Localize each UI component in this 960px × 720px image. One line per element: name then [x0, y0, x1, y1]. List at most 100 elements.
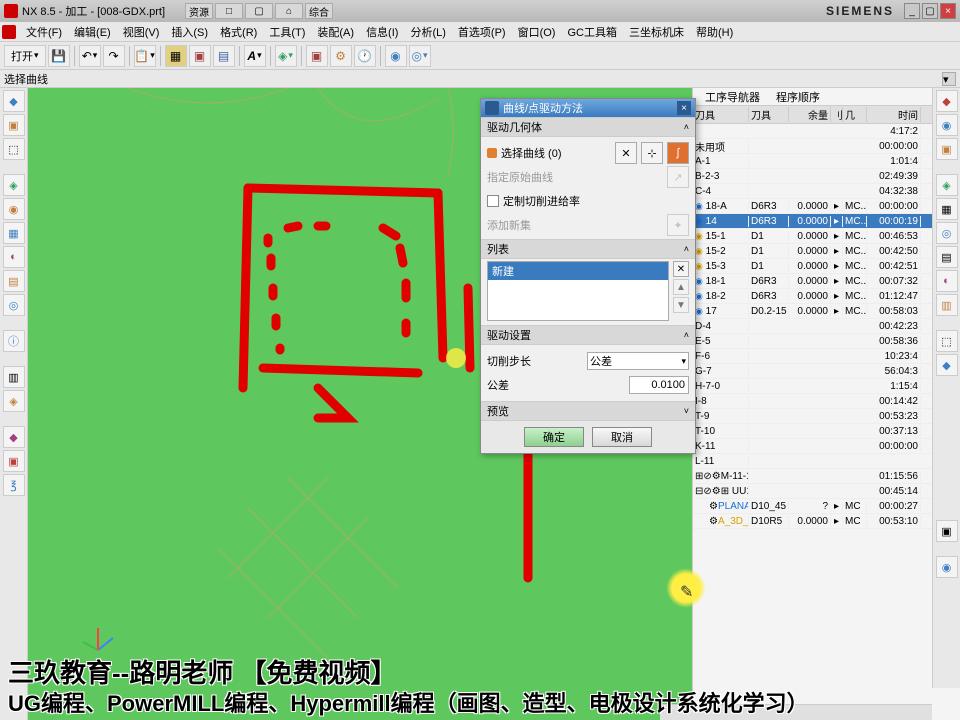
rtool-3-icon[interactable]: ▣ [936, 138, 958, 160]
operation-row[interactable]: L-11 [693, 454, 960, 469]
specify-origin-button[interactable]: ↗ [667, 166, 689, 188]
rtool-7-icon[interactable]: ▤ [936, 246, 958, 268]
clear-selection-button[interactable]: ✕ [615, 142, 637, 164]
operation-row[interactable]: C-404:32:38 [693, 184, 960, 199]
ltool-8-icon[interactable]: ▤ [3, 270, 25, 292]
list-down-button[interactable]: ▼ [673, 297, 689, 313]
ltool-12-icon[interactable]: ◆ [3, 426, 25, 448]
ltool-info-icon[interactable]: ⓘ [3, 330, 25, 352]
ltool-11-icon[interactable]: ◈ [3, 390, 25, 412]
operation-row[interactable]: K-1100:00:00 [693, 439, 960, 454]
title-tool-4[interactable]: ⌂ [275, 3, 303, 19]
operation-row[interactable]: ◉ 18-2D6R30.0000▸MC..01:12:47 [693, 289, 960, 304]
title-tool-5[interactable]: 综合 [305, 3, 333, 19]
tool-redo-icon[interactable]: ↷ [103, 45, 125, 67]
col-tool2[interactable]: 刀具 [749, 107, 789, 122]
ok-button[interactable]: 确定 [524, 427, 584, 447]
nav-tab-program-order[interactable]: 程序顺序 [768, 89, 828, 105]
operation-row[interactable]: ◉ 18-AD6R30.0000▸MC..00:00:00 [693, 199, 960, 214]
tool-clock-icon[interactable]: 🕐 [354, 45, 376, 67]
col-mc[interactable]: 几 [843, 107, 867, 122]
tolerance-input[interactable] [629, 376, 689, 394]
cancel-button[interactable]: 取消 [592, 427, 652, 447]
ltool-6-icon[interactable]: ▦ [3, 222, 25, 244]
rtool-9-icon[interactable]: ▥ [936, 294, 958, 316]
rtool-8-icon[interactable]: ◐ [936, 270, 958, 292]
tool-sphere-icon[interactable]: ◉ [385, 45, 407, 67]
operation-row[interactable]: I-800:14:42 [693, 394, 960, 409]
menu-help[interactable]: 帮助(H) [690, 24, 739, 40]
section-drive-settings[interactable]: 驱动设置 ˄ [481, 325, 695, 345]
maximize-button[interactable]: ▢ [922, 3, 938, 19]
ltool-7-icon[interactable]: ◐ [3, 246, 25, 268]
operation-row[interactable]: 未用项00:00:00 [693, 139, 960, 154]
operation-row[interactable]: B-2-302:49:39 [693, 169, 960, 184]
operation-row[interactable]: H-7-01:15:4 [693, 379, 960, 394]
ltool-3-icon[interactable]: ⬚ [3, 138, 25, 160]
ltool-2-icon[interactable]: ▣ [3, 114, 25, 136]
section-drive-geometry[interactable]: 驱动几何体 ˄ [481, 117, 695, 137]
ltool-5-icon[interactable]: ◉ [3, 198, 25, 220]
operation-row[interactable]: ◉ 14D6R30.0000▸MC..00:00:19 [693, 214, 960, 229]
add-new-set-button[interactable]: ✦ [667, 214, 689, 236]
menu-view[interactable]: 视图(V) [117, 24, 166, 40]
list-up-button[interactable]: ▲ [673, 279, 689, 295]
select-bar-dd-icon[interactable]: ▾ [942, 72, 956, 86]
ltool-4-icon[interactable]: ◈ [3, 174, 25, 196]
col-ic[interactable]: 刂 [831, 107, 843, 122]
rtool-2-icon[interactable]: ◉ [936, 114, 958, 136]
close-button[interactable]: × [940, 3, 956, 19]
operation-row[interactable]: ◉ 15-1D10.0000▸MC..00:46:53 [693, 229, 960, 244]
list-remove-button[interactable]: ✕ [673, 261, 689, 277]
rtool-1-icon[interactable]: ◆ [936, 90, 958, 112]
rtool-13-icon[interactable]: ◉ [936, 556, 958, 578]
operation-row[interactable]: E-500:58:36 [693, 334, 960, 349]
menu-insert[interactable]: 插入(S) [165, 24, 214, 40]
col-tool[interactable]: 刀具 [693, 107, 749, 122]
ltool-10-icon[interactable]: ▥ [3, 366, 25, 388]
menu-edit[interactable]: 编辑(E) [68, 24, 117, 40]
open-button[interactable]: 打开▾ [4, 45, 46, 67]
menu-cmm[interactable]: 三坐标机床 [623, 24, 690, 40]
ltool-14-icon[interactable]: ℥ [3, 474, 25, 496]
operation-row[interactable]: A-11:01:4 [693, 154, 960, 169]
ltool-9-icon[interactable]: ◎ [3, 294, 25, 316]
tree-row[interactable]: ⊞⊘⚙M-11-1201:15:56 [693, 469, 960, 484]
minimize-button[interactable]: _ [904, 3, 920, 19]
rtool-5-icon[interactable]: ▦ [936, 198, 958, 220]
tool-box1-icon[interactable]: ▦ [165, 45, 187, 67]
dialog-title-bar[interactable]: 曲线/点驱动方法 × [481, 99, 695, 117]
tool-play-icon[interactable]: ▣ [306, 45, 328, 67]
menu-format[interactable]: 格式(R) [214, 24, 263, 40]
col-remain[interactable]: 余量 [789, 107, 831, 122]
rtool-6-icon[interactable]: ◎ [936, 222, 958, 244]
ltool-13-icon[interactable]: ▣ [3, 450, 25, 472]
operation-row[interactable]: G-756:04:3 [693, 364, 960, 379]
rtool-11-icon[interactable]: ◆ [936, 354, 958, 376]
ltool-1-icon[interactable]: ◆ [3, 90, 25, 112]
menu-info[interactable]: 信息(I) [360, 24, 404, 40]
operation-row[interactable]: 4:17:2 [693, 124, 960, 139]
add-point-button[interactable]: ⊹ [641, 142, 663, 164]
rtool-12-icon[interactable]: ▣ [936, 520, 958, 542]
tree-row[interactable]: ⚙PLANAR_M...D10_45?▸MC00:00:27 [693, 499, 960, 514]
operation-row[interactable]: ◉ 18-1D6R30.0000▸MC..00:07:32 [693, 274, 960, 289]
menu-gctools[interactable]: GC工具箱 [561, 24, 623, 40]
rtool-10-icon[interactable]: ⬚ [936, 330, 958, 352]
tree-row[interactable]: ⊟⊘⚙⊞ UU100:45:14 [693, 484, 960, 499]
title-tool-1[interactable]: 资源 [185, 3, 213, 19]
tool-box2-icon[interactable]: ▣ [189, 45, 211, 67]
col-time[interactable]: 时间 [867, 107, 921, 122]
tool-copy-icon[interactable]: 📋▾ [134, 45, 156, 67]
title-tool-3[interactable]: ▢ [245, 3, 273, 19]
operation-row[interactable]: ◉ 15-3D10.0000▸MC..00:42:51 [693, 259, 960, 274]
nav-tab-operations[interactable]: 工序导航器 [697, 89, 768, 105]
tool-cube-icon[interactable]: ◈▾ [275, 45, 297, 67]
list-item-new[interactable]: 新建 [488, 262, 668, 280]
section-preview[interactable]: 预览 ˅ [481, 401, 695, 421]
operation-row[interactable]: D-400:42:23 [693, 319, 960, 334]
tree-row[interactable]: ⚙A_3D_COPYD10R50.0000▸MC00:53:10 [693, 514, 960, 529]
tool-gear-icon[interactable]: ⚙ [330, 45, 352, 67]
menu-prefs[interactable]: 首选项(P) [452, 24, 512, 40]
menu-analysis[interactable]: 分析(L) [404, 24, 451, 40]
